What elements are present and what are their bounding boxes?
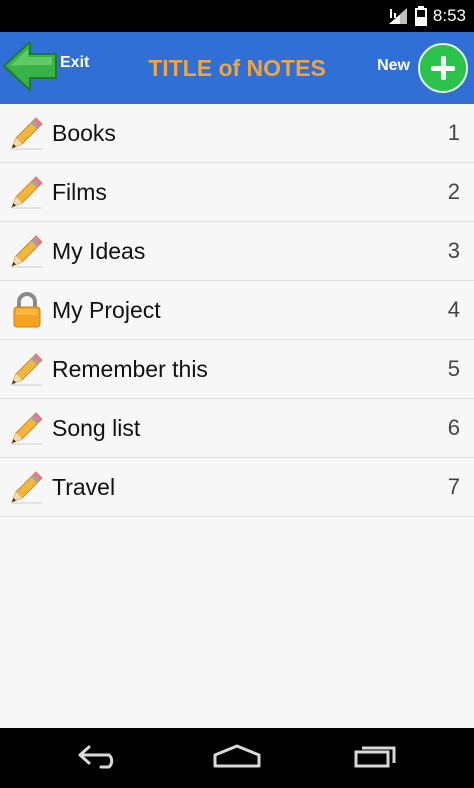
pencil-icon: [8, 350, 46, 388]
navigation-bar: [0, 728, 474, 788]
note-row[interactable]: Books 1: [0, 104, 474, 163]
note-number: 3: [447, 238, 460, 263]
recent-apps-icon: [352, 743, 398, 774]
home-icon: [212, 743, 262, 774]
status-right: 8:53: [387, 0, 466, 32]
pencil-icon: [8, 468, 46, 506]
note-number: 1: [447, 120, 460, 145]
green-back-arrow-icon: [2, 38, 58, 99]
notes-list: Books 1 Films 2 My Ideas 3 My Project 4 Remember…: [0, 104, 474, 517]
new-note-button[interactable]: New: [377, 32, 468, 104]
pencil-icon: [8, 232, 46, 270]
note-row[interactable]: My Ideas 3: [0, 222, 474, 281]
note-title: Song list: [52, 415, 141, 441]
note-number: 7: [447, 474, 460, 499]
note-row[interactable]: Song list 6: [0, 399, 474, 458]
signal-icon: [387, 6, 409, 26]
back-button[interactable]: [54, 728, 144, 788]
exit-label: Exit: [60, 54, 90, 71]
battery-icon: [414, 6, 427, 26]
note-title: Remember this: [52, 356, 208, 382]
note-title: Travel: [52, 474, 116, 500]
recent-apps-button[interactable]: [330, 728, 420, 788]
exit-button[interactable]: Exit: [0, 32, 100, 104]
screen: 8:53 TITLE of NOTES Exit New Books 1 Films…: [0, 0, 474, 788]
note-row[interactable]: My Project 4: [0, 281, 474, 340]
home-button[interactable]: [192, 728, 282, 788]
new-label: New: [377, 57, 410, 74]
note-row[interactable]: Travel 7: [0, 458, 474, 517]
back-icon: [77, 743, 121, 774]
note-title: My Project: [52, 297, 161, 323]
lock-icon: [8, 291, 46, 329]
note-number: 4: [447, 297, 460, 322]
status-bar: 8:53: [0, 0, 474, 32]
title-bar: TITLE of NOTES Exit New: [0, 32, 474, 104]
note-number: 6: [447, 415, 460, 440]
note-row[interactable]: Remember this 5: [0, 340, 474, 399]
status-time: 8:53: [432, 6, 466, 25]
pencil-icon: [8, 173, 46, 211]
note-number: 2: [447, 179, 460, 204]
pencil-icon: [8, 114, 46, 152]
note-title: My Ideas: [52, 238, 146, 264]
note-title: Films: [52, 179, 107, 205]
note-title: Books: [52, 120, 116, 146]
pencil-icon: [8, 409, 46, 447]
plus-icon: [418, 43, 468, 93]
note-number: 5: [447, 356, 460, 381]
note-row[interactable]: Films 2: [0, 163, 474, 222]
